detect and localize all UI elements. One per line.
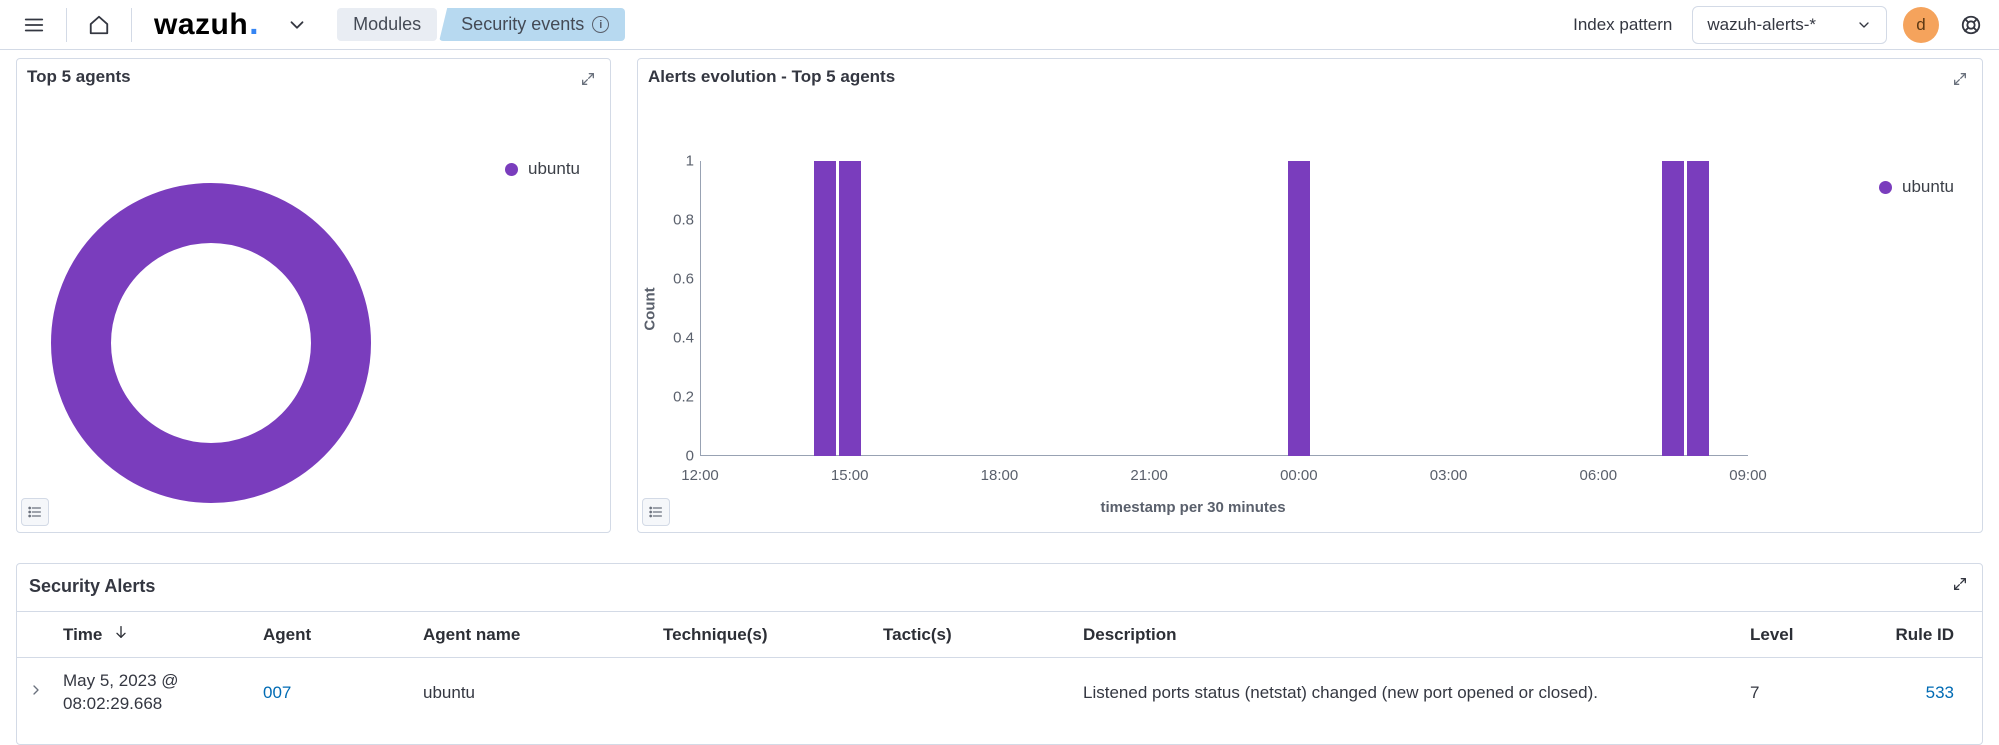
- panel-title: Alerts evolution - Top 5 agents: [638, 59, 1982, 87]
- x-tick: 21:00: [1130, 467, 1168, 484]
- list-icon: [27, 504, 43, 520]
- y-tick: 0.8: [654, 212, 694, 229]
- x-tick: 03:00: [1430, 467, 1468, 484]
- col-rule-id[interactable]: Rule ID: [1872, 612, 1982, 658]
- cell-agent-name: ubuntu: [415, 658, 655, 728]
- alerts-table: Time Agent Agent name Technique(s) Tacti…: [17, 611, 1982, 728]
- x-tick: 18:00: [981, 467, 1019, 484]
- y-tick: 0.6: [654, 271, 694, 288]
- donut-ring: [51, 183, 371, 503]
- col-time[interactable]: Time: [55, 612, 255, 658]
- breadcrumb-modules[interactable]: Modules: [337, 8, 437, 41]
- panel-security-alerts: Security Alerts Time Agent Agent name Te…: [16, 563, 1983, 745]
- wazuh-logo[interactable]: wazuh.: [154, 8, 259, 42]
- divider: [131, 8, 132, 42]
- index-pattern-select[interactable]: wazuh-alerts-*: [1692, 6, 1887, 44]
- bar-legend[interactable]: ubuntu: [1879, 177, 1954, 197]
- col-description[interactable]: Description: [1075, 612, 1742, 658]
- logo-dot: .: [249, 15, 259, 32]
- alerts-title: Security Alerts: [17, 576, 1982, 611]
- col-agent[interactable]: Agent: [255, 612, 415, 658]
- menu-button[interactable]: [18, 9, 50, 41]
- breadcrumb-security-events[interactable]: Security events i: [439, 8, 625, 41]
- bar[interactable]: [1687, 161, 1709, 456]
- x-tick: 12:00: [681, 467, 719, 484]
- expand-icon: [1952, 71, 1968, 87]
- table-header-row: Time Agent Agent name Technique(s) Tacti…: [17, 612, 1982, 658]
- x-tick: 06:00: [1580, 467, 1618, 484]
- cell-agent[interactable]: 007: [255, 658, 415, 728]
- app-switcher[interactable]: [281, 9, 313, 41]
- legend-toggle-button[interactable]: [642, 498, 670, 526]
- legend-label: ubuntu: [528, 159, 580, 179]
- home-button[interactable]: [83, 9, 115, 41]
- col-tactics[interactable]: Tactic(s): [875, 612, 1075, 658]
- cell-time: May 5, 2023 @08:02:29.668: [55, 658, 255, 728]
- x-tick: 09:00: [1729, 467, 1767, 484]
- info-icon[interactable]: i: [592, 16, 609, 33]
- panel-expand-button[interactable]: [1944, 568, 1976, 600]
- cell-rule-id[interactable]: 533: [1872, 658, 1982, 728]
- expand-icon: [580, 71, 596, 87]
- cell-tactics: [875, 658, 1075, 728]
- legend-label: ubuntu: [1902, 177, 1954, 197]
- y-tick: 0.4: [654, 330, 694, 347]
- x-tick: 15:00: [831, 467, 869, 484]
- breadcrumb-modules-label: Modules: [353, 14, 421, 35]
- home-icon: [88, 14, 110, 36]
- y-tick: 0: [654, 448, 694, 465]
- donut-chart[interactable]: ubuntu: [17, 87, 610, 530]
- bar[interactable]: [1662, 161, 1684, 456]
- x-axis-label: timestamp per 30 minutes: [638, 499, 1748, 516]
- col-agent-name[interactable]: Agent name: [415, 612, 655, 658]
- bar[interactable]: [839, 161, 861, 456]
- chevron-down-icon: [286, 14, 308, 36]
- hamburger-icon: [23, 14, 45, 36]
- col-techniques[interactable]: Technique(s): [655, 612, 875, 658]
- row-expand-button[interactable]: [17, 658, 55, 728]
- col-expand: [17, 612, 55, 658]
- legend-toggle-button[interactable]: [21, 498, 49, 526]
- bar[interactable]: [1288, 161, 1310, 456]
- panel-alerts-evolution: Alerts evolution - Top 5 agents Count ub…: [637, 58, 1983, 533]
- legend-swatch: [505, 163, 518, 176]
- avatar-letter: d: [1916, 15, 1925, 35]
- lifebuoy-icon: [1960, 14, 1982, 36]
- bar[interactable]: [814, 161, 836, 456]
- col-level[interactable]: Level: [1742, 612, 1872, 658]
- panels-row: Top 5 agents ubuntu Alerts evolution - T…: [0, 50, 1999, 533]
- y-axis-label: Count: [642, 287, 659, 330]
- list-icon: [648, 504, 664, 520]
- breadcrumb-current-label: Security events: [461, 14, 584, 35]
- panel-title: Top 5 agents: [17, 59, 610, 87]
- index-pattern-value: wazuh-alerts-*: [1707, 15, 1816, 35]
- sort-desc-icon: [113, 624, 129, 645]
- cell-level: 7: [1742, 658, 1872, 728]
- logo-text: wazuh: [154, 8, 248, 42]
- plot-area: 00.20.40.60.8112:0015:0018:0021:0000:000…: [700, 161, 1748, 456]
- help-button[interactable]: [1955, 9, 1987, 41]
- x-tick: 00:00: [1280, 467, 1318, 484]
- donut-legend[interactable]: ubuntu: [505, 159, 580, 179]
- y-tick: 0.2: [654, 389, 694, 406]
- table-row: May 5, 2023 @08:02:29.668007ubuntu Listen…: [17, 658, 1982, 728]
- index-pattern-label: Index pattern: [1573, 15, 1672, 35]
- y-tick: 1: [654, 153, 694, 170]
- expand-icon: [1952, 576, 1968, 592]
- divider: [66, 8, 67, 42]
- legend-swatch: [1879, 181, 1892, 194]
- avatar[interactable]: d: [1903, 7, 1939, 43]
- top-bar: wazuh. Modules Security events i Index p…: [0, 0, 1999, 50]
- bar-chart[interactable]: Count ubuntu 00.20.40.60.8112:0015:0018:…: [638, 87, 1982, 530]
- cell-description: Listened ports status (netstat) changed …: [1075, 658, 1742, 728]
- cell-techniques: [655, 658, 875, 728]
- panel-top5-agents: Top 5 agents ubuntu: [16, 58, 611, 533]
- chevron-right-icon: [28, 682, 44, 698]
- chevron-down-icon: [1856, 17, 1872, 33]
